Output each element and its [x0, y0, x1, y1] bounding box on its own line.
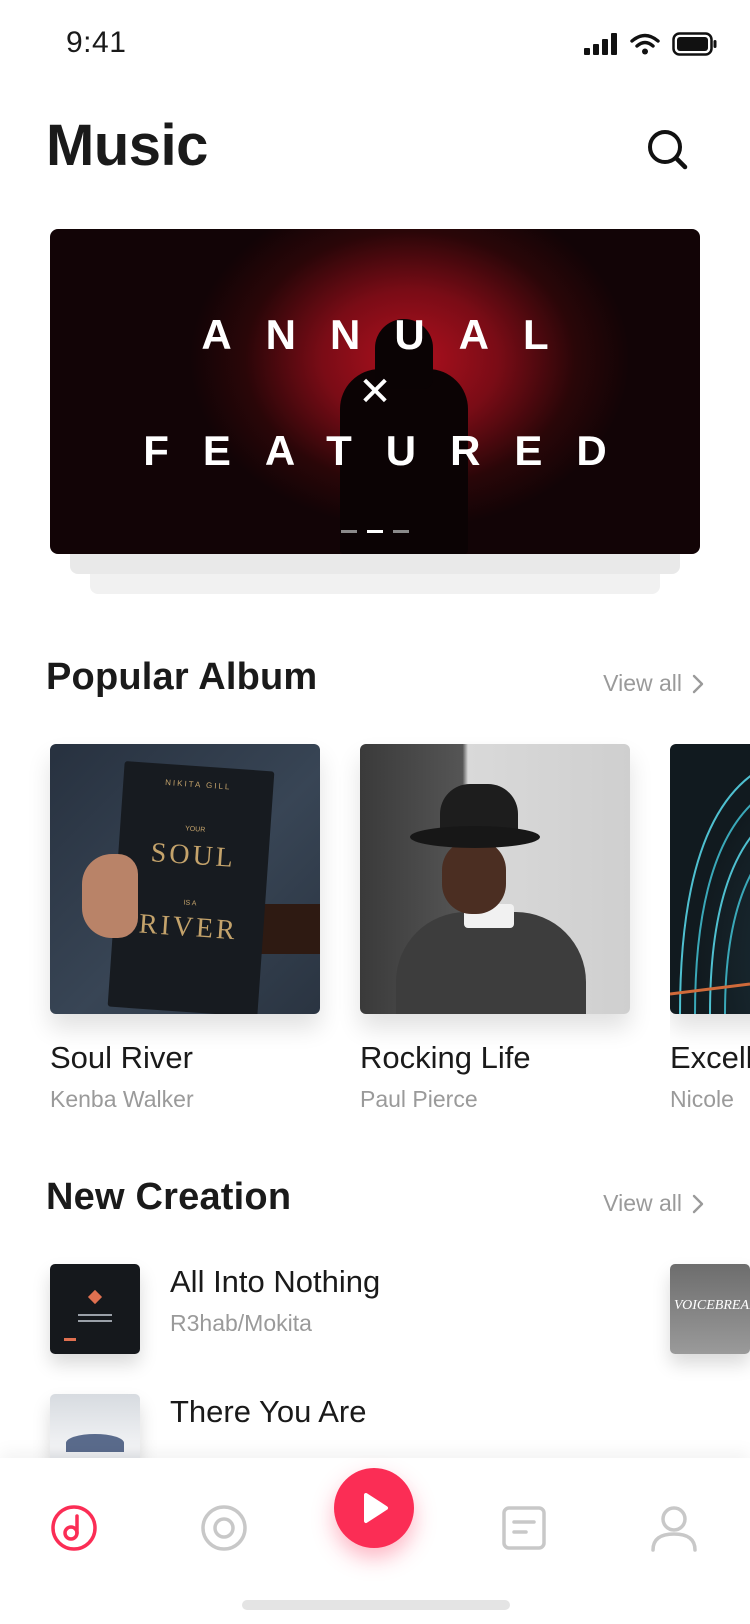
- search-button[interactable]: [642, 124, 694, 176]
- banner-page-indicator[interactable]: [50, 530, 700, 533]
- chevron-right-icon: [692, 1194, 704, 1213]
- album-artist: Nicole: [670, 1086, 734, 1112]
- cover-art: [87, 1289, 103, 1305]
- track-thumbnail: [50, 1264, 140, 1354]
- status-icons: [584, 32, 718, 56]
- album-title: Rocking Life: [360, 1040, 531, 1075]
- page-dot-active[interactable]: [367, 530, 383, 533]
- play-button[interactable]: [334, 1468, 414, 1548]
- view-all-label: View all: [603, 670, 682, 696]
- banner-x-mark: ✕: [358, 370, 392, 414]
- cover-art: [78, 1320, 112, 1322]
- album-card[interactable]: NIKITA GILL YOUR SOUL IS A RIVER Soul Ri…: [50, 744, 320, 1113]
- status-time: 9:41: [66, 26, 127, 59]
- album-title: Excell: [670, 1040, 750, 1075]
- album-cover[interactable]: [360, 744, 630, 1014]
- album-title: Soul River: [50, 1040, 193, 1075]
- album-card[interactable]: Excell Nicole: [670, 744, 750, 1113]
- album-cover[interactable]: NIKITA GILL YOUR SOUL IS A RIVER: [50, 744, 320, 1014]
- tab-profile[interactable]: [650, 1504, 698, 1552]
- track-title: All Into Nothing: [170, 1264, 381, 1299]
- album-card[interactable]: Rocking Life Paul Pierce: [360, 744, 630, 1113]
- popular-album-title: Popular Album: [46, 656, 318, 698]
- cover-art: [442, 840, 506, 914]
- tab-music[interactable]: [50, 1504, 98, 1552]
- list-item[interactable]: All Into Nothing R3hab/Mokita: [50, 1264, 490, 1354]
- cover-art: [410, 826, 540, 848]
- cover-text: SOUL: [149, 837, 237, 875]
- album-cover[interactable]: [670, 744, 750, 1014]
- banner-line-1: ANNUAL: [201, 311, 583, 358]
- cover-art: [64, 1338, 76, 1341]
- music-note-icon: [51, 1505, 97, 1551]
- album-artist: Kenba Walker: [50, 1086, 194, 1112]
- track-thumbnail[interactable]: VOICEBREAK: [670, 1264, 750, 1354]
- document-icon: [502, 1506, 546, 1550]
- view-all-label: View all: [603, 1190, 682, 1216]
- featured-banner[interactable]: ANNUAL ✕ FEATURED: [50, 229, 700, 554]
- thumbnail-text: VOICEBREAK: [674, 1298, 750, 1313]
- album-artist: Paul Pierce: [360, 1086, 478, 1112]
- cover-art: [82, 854, 138, 938]
- new-creation-title: New Creation: [46, 1176, 292, 1218]
- play-icon: [364, 1493, 388, 1523]
- track-title: There You Are: [170, 1394, 367, 1429]
- cover-art: [66, 1434, 124, 1452]
- cover-text: NIKITA GILL: [164, 777, 232, 792]
- wifi-icon: [630, 33, 660, 55]
- disc-icon: [201, 1505, 247, 1551]
- popular-view-all-link[interactable]: View all: [603, 670, 704, 697]
- tab-discover[interactable]: [200, 1504, 248, 1552]
- banner-line-2: FEATURED: [143, 427, 641, 474]
- tab-bar: [0, 1458, 750, 1624]
- battery-icon: [672, 32, 717, 56]
- cover-art: [260, 904, 320, 954]
- page-dot[interactable]: [341, 530, 357, 533]
- track-artist: R3hab/Mokita: [170, 1310, 312, 1336]
- page-dot[interactable]: [393, 530, 409, 533]
- chevron-right-icon: [692, 674, 704, 693]
- search-icon: [648, 130, 688, 170]
- tab-playlist[interactable]: [500, 1504, 548, 1552]
- page-title: Music: [46, 113, 208, 178]
- home-indicator[interactable]: [242, 1600, 510, 1610]
- cover-art: [78, 1314, 112, 1316]
- creation-view-all-link[interactable]: View all: [603, 1190, 704, 1217]
- user-icon: [651, 1506, 697, 1552]
- cover-art: [670, 775, 750, 1014]
- signal-icon: [584, 33, 617, 55]
